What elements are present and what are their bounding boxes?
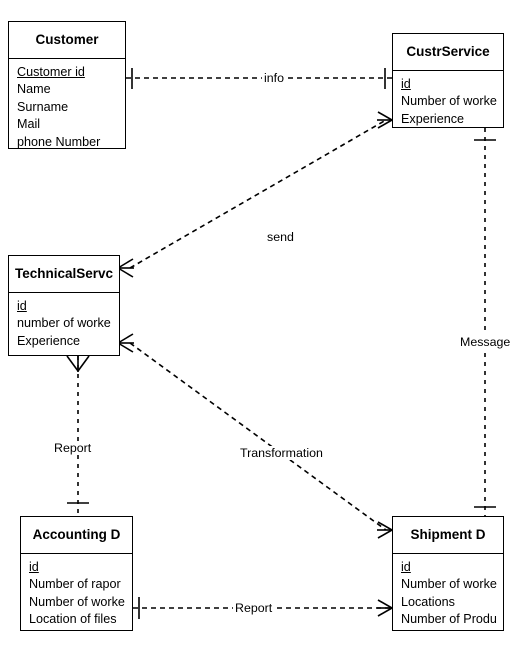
entity-shipment-attributes: id Number of worke Locations Number of P…	[393, 554, 503, 631]
attribute-number-of-workers: Number of worke	[29, 594, 125, 609]
relationship-line-info	[126, 68, 392, 89]
attribute-id: id	[29, 559, 39, 574]
attribute-surname: Surname	[17, 99, 69, 114]
attribute-id: id	[17, 298, 27, 313]
entity-customer-attributes: Customer id Name Surname Mail phone Numb…	[9, 59, 125, 149]
entity-technicalservice-attributes: id number of worke Experience	[9, 293, 119, 356]
attribute-mail: Mail	[17, 117, 41, 132]
attribute-location-of-files: Location of files	[29, 612, 117, 627]
entity-custrservice[interactable]: CustrService id Number of worke Experien…	[392, 33, 504, 128]
attribute-experience: Experience	[17, 333, 81, 348]
entity-shipment-title: Shipment D	[393, 517, 503, 554]
entity-customer-title: Customer	[9, 22, 125, 59]
entity-accounting[interactable]: Accounting D id Number of rapor Number o…	[20, 516, 133, 631]
relationship-label-report-top: Report	[52, 441, 94, 455]
attribute-experience: Experience	[401, 111, 465, 126]
relationship-line-send	[117, 111, 393, 278]
entity-technicalservice[interactable]: TechnicalServc id number of worke Experi…	[8, 255, 120, 356]
attribute-number-of-workers: number of worke	[17, 316, 111, 331]
relationship-label-info: info	[262, 71, 286, 85]
relationship-line-transformation	[117, 333, 393, 539]
relationship-label-message: Message	[458, 335, 513, 349]
entity-technicalservice-title: TechnicalServc	[9, 256, 119, 293]
entity-accounting-title: Accounting D	[21, 517, 132, 554]
attribute-customer-id: Customer id	[17, 64, 85, 79]
relationship-label-send: send	[265, 230, 296, 244]
relationship-label-transformation: Transformation	[238, 446, 325, 460]
attribute-name: Name	[17, 82, 51, 97]
relationship-line-report-top	[66, 355, 90, 516]
attribute-id: id	[401, 76, 411, 91]
attribute-number-of-products: Number of Produ	[401, 612, 497, 627]
entity-custrservice-title: CustrService	[393, 34, 503, 71]
entity-accounting-attributes: id Number of rapor Number of worke Locat…	[21, 554, 132, 631]
entity-shipment[interactable]: Shipment D id Number of worke Locations …	[392, 516, 504, 631]
attribute-number-of-workers: Number of worke	[401, 94, 497, 109]
entity-custrservice-attributes: id Number of worke Experience	[393, 71, 503, 128]
relationship-label-report-bottom: Report	[233, 601, 275, 615]
attribute-number-of-raports: Number of rapor	[29, 577, 121, 592]
attribute-id: id	[401, 559, 411, 574]
attribute-locations: Locations	[401, 594, 455, 609]
relationship-line-message	[474, 128, 496, 516]
er-diagram-canvas: Customer Customer id Name Surname Mail p…	[0, 0, 524, 652]
attribute-phone-number: phone Number	[17, 134, 101, 149]
attribute-number-of-workers: Number of worke	[401, 577, 497, 592]
entity-customer[interactable]: Customer Customer id Name Surname Mail p…	[8, 21, 126, 149]
